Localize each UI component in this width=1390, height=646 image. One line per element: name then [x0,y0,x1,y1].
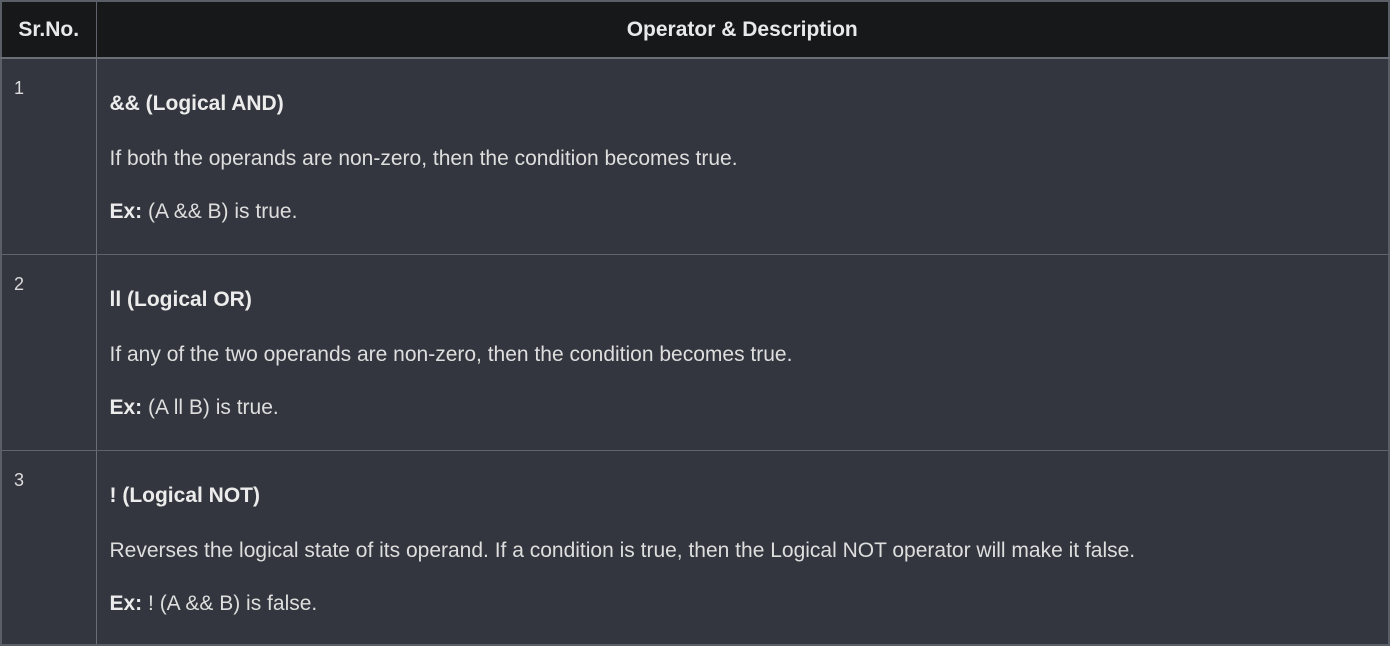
example-text: ! (A && B) is false. [142,591,318,615]
table-header: Sr.No. Operator & Description [1,1,1389,59]
header-sr-no: Sr.No. [1,1,97,59]
operator-description: Reverses the logical state of its operan… [109,538,1136,562]
row-description-cell: ll (Logical OR) If any of the two operan… [96,254,1389,451]
table-row: 1 && (Logical AND) If both the operands … [1,58,1389,255]
table-row: 3 ! (Logical NOT) Reverses the logical s… [1,450,1389,645]
operator-name: ll (Logical OR) [109,287,252,311]
row-description-cell: && (Logical AND) If both the operands ar… [96,58,1389,255]
operator-example: Ex: ! (A && B) is false. [110,592,1389,616]
example-text: (A && B) is true. [142,200,298,223]
row-number: 2 [1,254,97,451]
operator-name: && (Logical AND) [109,92,284,115]
row-number: 1 [1,58,97,255]
operator-description: If any of the two operands are non-zero,… [109,342,793,366]
table-row: 2 ll (Logical OR) If any of the two oper… [1,254,1389,451]
operator-example: Ex: (A && B) is true. [110,200,1389,224]
example-text: (A ll B) is true. [142,395,279,419]
operator-description: If both the operands are non-zero, then … [109,147,738,170]
operator-name: ! (Logical NOT) [109,483,261,507]
header-row: Sr.No. Operator & Description [1,1,1389,59]
row-description-cell: ! (Logical NOT) Reverses the logical sta… [96,450,1389,645]
example-label: Ex: [109,591,143,615]
header-operator-description: Operator & Description [96,1,1389,59]
example-label: Ex: [109,395,143,419]
operator-example: Ex: (A ll B) is true. [110,396,1389,420]
row-number: 3 [1,450,97,645]
table-body: 1 && (Logical AND) If both the operands … [1,58,1389,645]
example-label: Ex: [109,200,143,223]
logical-operators-table: Sr.No. Operator & Description 1 && (Logi… [0,0,1390,646]
